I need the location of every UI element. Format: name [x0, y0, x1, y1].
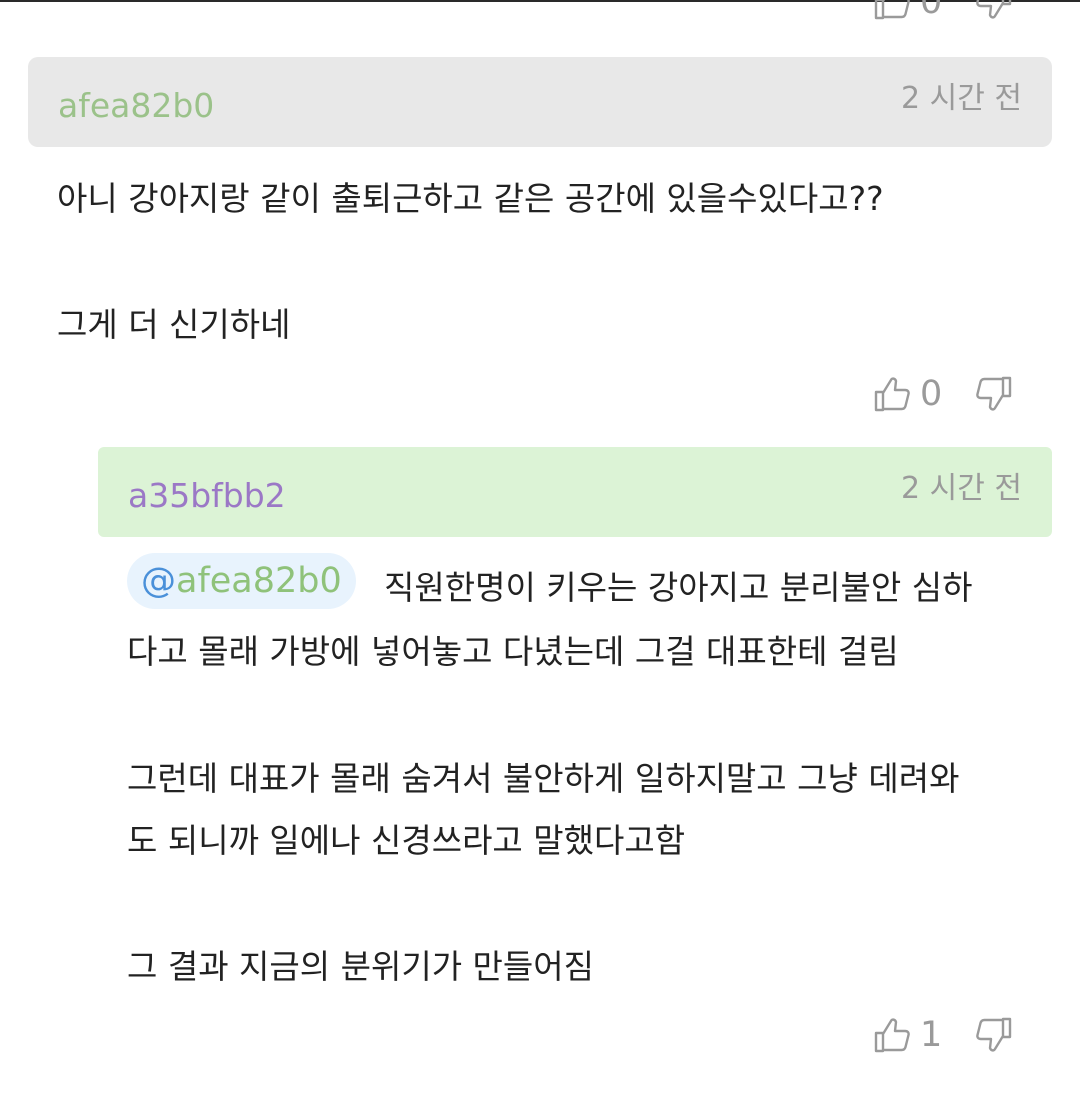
dislike-button[interactable]	[974, 374, 1014, 414]
comment-timestamp: 2 시간 전	[901, 471, 1022, 506]
thumbs-down-icon	[976, 0, 1012, 19]
dislike-button[interactable]	[974, 1015, 1014, 1055]
comment-text-line: 그게 더 신기하네	[57, 305, 291, 344]
comment-timestamp: 2 시간 전	[901, 81, 1022, 116]
comment-vote-row: 0	[872, 374, 1014, 414]
thumbs-down-icon	[976, 376, 1012, 411]
thumbs-up-icon	[874, 0, 910, 20]
reply-header: a35bfbb2 2 시간 전	[98, 447, 1052, 537]
comment-text-line: 아니 강아지랑 같이 출퇴근하고 같은 공간에 있을수있다고??	[57, 179, 884, 218]
thumbs-up-icon	[874, 1018, 910, 1053]
dislike-button[interactable]	[974, 0, 1014, 22]
like-count: 0	[920, 0, 943, 22]
comment-text-line: 그 결과 지금의 분위기가 만들어짐	[127, 947, 594, 986]
thumbs-up-icon	[874, 377, 910, 412]
comment-author[interactable]: a35bfbb2	[128, 447, 286, 537]
like-count: 0	[920, 374, 943, 414]
thumbs-down-icon	[976, 1017, 1012, 1052]
comment-text-line: 다고 몰래 가방에 넣어놓고 다녔는데 그걸 대표한테 걸림	[127, 632, 899, 671]
comment-text-line: 그런데 대표가 몰래 숨겨서 불안하게 일하지말고 그냥 데려와	[127, 759, 960, 798]
like-button[interactable]: 0	[872, 374, 942, 414]
comment-header: afea82b0 2 시간 전	[28, 57, 1052, 147]
comment-author[interactable]: afea82b0	[58, 57, 214, 147]
comment-text-line: 도 되니까 일에나 신경쓰라고 말했다고함	[127, 821, 686, 860]
comment-vote-row: 1	[872, 1015, 1014, 1055]
like-button[interactable]: 1	[872, 1015, 942, 1055]
comment-text-line: 직원한명이 키우는 강아지고 분리불안 심하	[384, 568, 973, 607]
mention-handle: afea82b0	[176, 561, 342, 601]
like-count: 1	[920, 1015, 943, 1055]
mention-at-sign: @	[141, 561, 176, 601]
mention-chip[interactable]: @afea82b0	[127, 553, 356, 609]
like-button[interactable]: 0	[872, 0, 942, 22]
previous-comment-vote-row: 0	[872, 0, 1014, 22]
